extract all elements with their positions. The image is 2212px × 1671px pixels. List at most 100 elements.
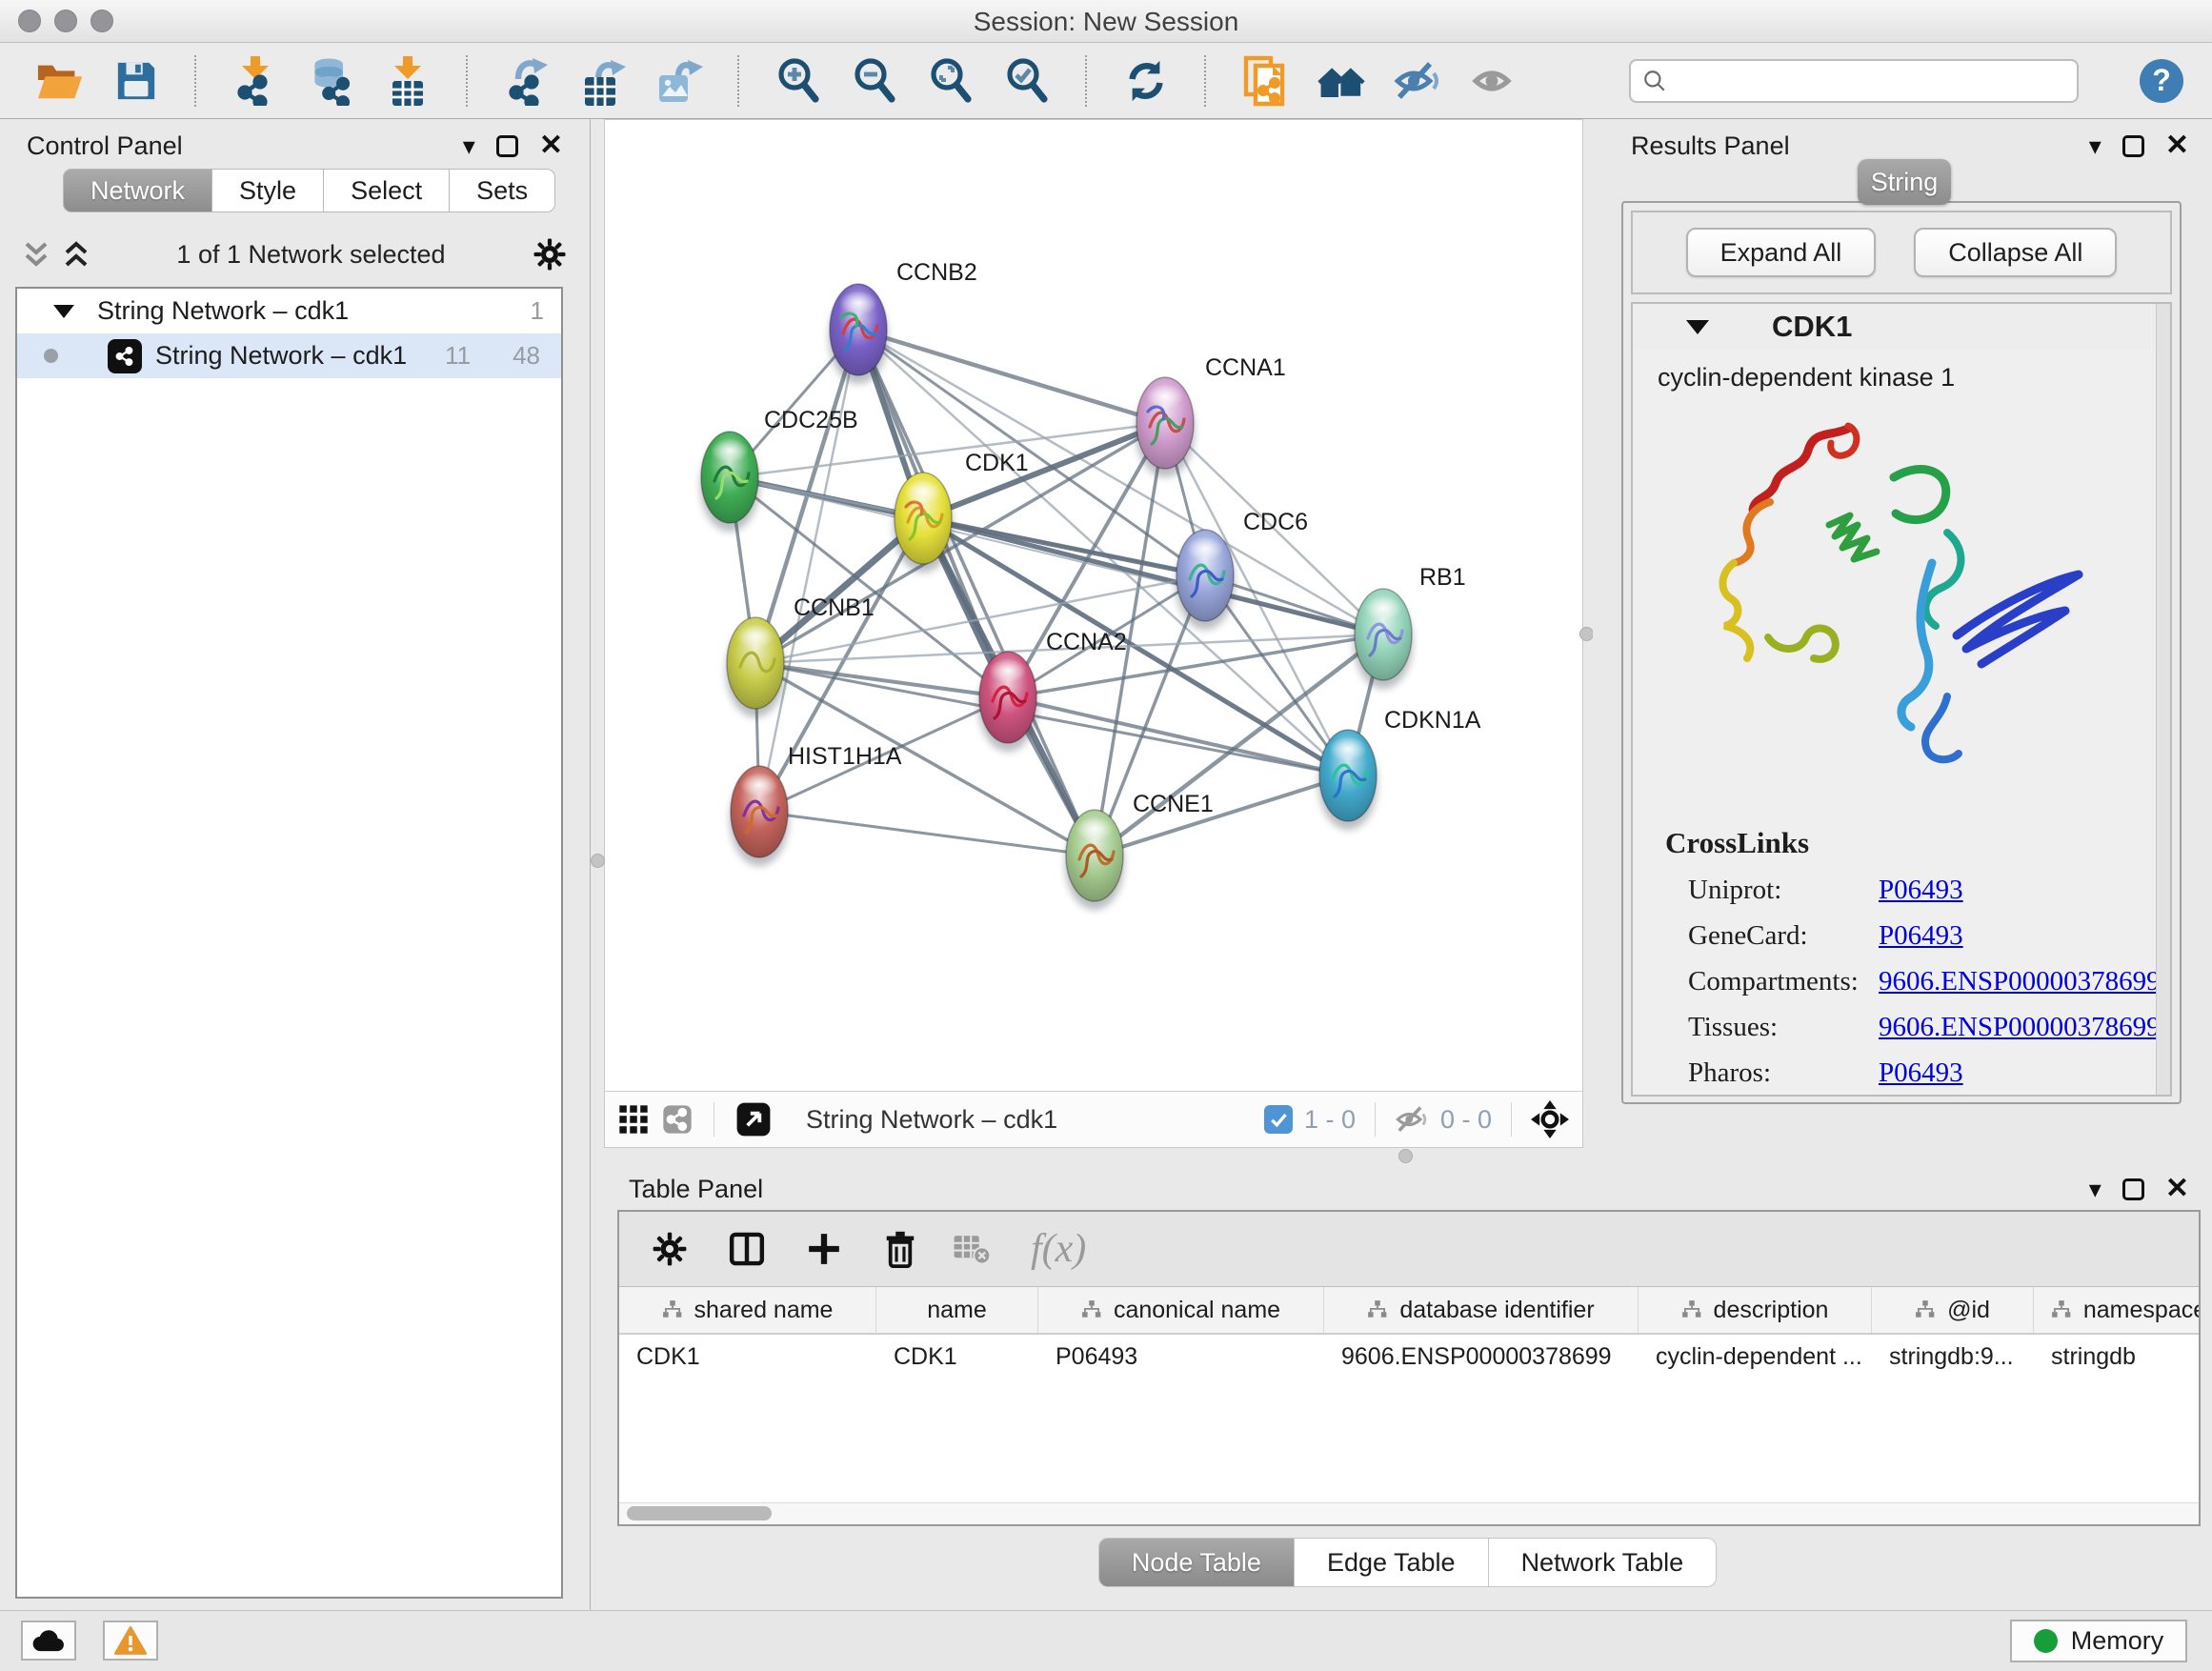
node-CCNE1[interactable]: CCNE1	[1065, 791, 1214, 910]
panel-collapse-icon[interactable]: ▾	[463, 133, 475, 158]
node-CDC25B[interactable]: CDC25B	[700, 407, 858, 532]
tab-node-table[interactable]: Node Table	[1098, 1538, 1295, 1587]
cloud-services-button[interactable]	[21, 1621, 76, 1661]
expand-all-chevrons-icon[interactable]	[23, 240, 50, 269]
node-HIST1H1A[interactable]: HIST1H1A	[730, 743, 902, 866]
node-CCNB2[interactable]: CCNB2	[829, 259, 977, 384]
warnings-button[interactable]	[103, 1621, 158, 1661]
tab-style[interactable]: Style	[211, 169, 324, 212]
crosslink-link[interactable]: 9606.ENSP00000378699	[1879, 1012, 2157, 1043]
window-close-button[interactable]	[18, 10, 41, 32]
panel-close-icon[interactable]: ✕	[2165, 1175, 2189, 1203]
scrollbar-thumb[interactable]	[627, 1506, 772, 1520]
help-icon[interactable]: ?	[2140, 59, 2183, 103]
right-splitter-handle[interactable]	[1579, 627, 1594, 641]
show-columns-icon[interactable]	[728, 1231, 766, 1267]
memory-button[interactable]: Memory	[2010, 1620, 2187, 1662]
import-network-icon[interactable]	[231, 57, 279, 105]
network-row-selected[interactable]: String Network – cdk1 11 48	[17, 333, 561, 378]
node-CCNA1[interactable]: CCNA1	[1136, 354, 1286, 477]
delete-column-icon[interactable]	[882, 1230, 918, 1268]
import-table-icon[interactable]	[384, 57, 432, 105]
hide-selected-icon[interactable]	[1394, 57, 1441, 105]
table-horizontal-scrollbar[interactable]	[619, 1502, 2199, 1524]
table-row[interactable]: CDK1CDK1P064939606.ENSP00000378699cyclin…	[619, 1335, 2199, 1379]
table-cell[interactable]: stringdb	[2034, 1335, 2199, 1379]
import-network-from-database-icon[interactable]	[308, 57, 355, 105]
share-document-icon[interactable]	[1241, 57, 1289, 105]
node-RB1[interactable]: RB1	[1354, 564, 1466, 689]
results-scrollbar[interactable]	[2156, 304, 2170, 1095]
add-column-icon[interactable]	[806, 1231, 842, 1267]
collapse-all-chevrons-icon[interactable]	[63, 240, 90, 269]
crosslink-link[interactable]: P06493	[1879, 1057, 1963, 1089]
crosslink-label: GeneCard:	[1688, 920, 1867, 952]
zoom-in-icon[interactable]	[774, 57, 822, 105]
network-collection-row[interactable]: String Network – cdk1 1	[17, 289, 561, 333]
tab-edge-table[interactable]: Edge Table	[1294, 1538, 1489, 1587]
column-header-canonical-name[interactable]: canonical name	[1038, 1287, 1324, 1333]
open-session-icon[interactable]	[36, 57, 84, 105]
table-settings-gear-icon[interactable]	[652, 1231, 688, 1267]
table-cell[interactable]: CDK1	[876, 1335, 1038, 1379]
string-view-icon[interactable]	[662, 1104, 693, 1135]
crosslink-link[interactable]: P06493	[1879, 920, 1963, 952]
crosslink-link[interactable]: 9606.ENSP00000378699	[1879, 966, 2157, 997]
table-cell[interactable]: P06493	[1038, 1335, 1324, 1379]
save-session-icon[interactable]	[112, 57, 160, 105]
column-header-name[interactable]: name	[876, 1287, 1038, 1333]
refresh-view-icon[interactable]	[1122, 57, 1170, 105]
panel-close-icon[interactable]: ✕	[2165, 131, 2189, 160]
search-input[interactable]	[1675, 65, 2065, 96]
crosslinks-rows: Uniprot:P06493GeneCard:P06493Compartment…	[1665, 875, 2157, 1089]
gene-entry-header[interactable]: CDK1	[1633, 304, 2170, 351]
table-cell[interactable]: 9606.ENSP00000378699	[1324, 1335, 1639, 1379]
column-header-database-identifier[interactable]: database identifier	[1324, 1287, 1639, 1333]
bottom-splitter-handle[interactable]	[1398, 1149, 1413, 1163]
column-header-description[interactable]: description	[1639, 1287, 1872, 1333]
tab-network[interactable]: Network	[63, 169, 212, 212]
export-table-icon[interactable]	[579, 57, 627, 105]
network-canvas[interactable]: CCNB2CCNA1CDC25BCDK1CDC6RB1CCNB1CCNA2CDK…	[605, 120, 1582, 1091]
tab-string[interactable]: String	[1858, 159, 1951, 205]
delete-table-icon[interactable]	[953, 1233, 991, 1265]
tab-sets[interactable]: Sets	[449, 169, 555, 212]
grid-view-icon[interactable]	[618, 1104, 649, 1135]
export-network-icon[interactable]	[503, 57, 551, 105]
selected-checkbox-icon[interactable]	[1264, 1105, 1293, 1134]
tree-expander-icon[interactable]	[53, 305, 74, 318]
column-header-shared-name[interactable]: shared name	[619, 1287, 876, 1333]
table-cell[interactable]: CDK1	[619, 1335, 876, 1379]
control-panel: Control Panel ▾ ✕ NetworkStyleSelectSets…	[0, 119, 591, 1610]
export-image-icon[interactable]	[655, 57, 703, 105]
table-cell[interactable]: cyclin-dependent ...	[1639, 1335, 1872, 1379]
expand-all-button[interactable]: Expand All	[1686, 228, 1877, 277]
window-minimize-button[interactable]	[54, 10, 77, 32]
gear-icon[interactable]	[533, 237, 567, 272]
birds-eye-view-icon[interactable]	[1531, 1100, 1569, 1138]
show-all-icon[interactable]	[1470, 57, 1518, 105]
crosslink-link[interactable]: P06493	[1879, 875, 1963, 906]
zoom-out-icon[interactable]	[851, 57, 898, 105]
column-header--id[interactable]: @id	[1872, 1287, 2034, 1333]
function-builder-icon[interactable]: f(x)	[1031, 1226, 1086, 1272]
panel-float-icon[interactable]	[496, 135, 518, 157]
open-in-window-icon[interactable]	[735, 1101, 772, 1137]
table-cell[interactable]: stringdb:9...	[1872, 1335, 2034, 1379]
column-header-namespace[interactable]: namespace	[2034, 1287, 2199, 1333]
panel-float-icon[interactable]	[2122, 135, 2144, 157]
zoom-selected-icon[interactable]	[1003, 57, 1051, 105]
collapse-all-button[interactable]: Collapse All	[1914, 228, 2117, 277]
node-CDKN1A[interactable]: CDKN1A	[1318, 707, 1481, 830]
panel-collapse-icon[interactable]: ▾	[2089, 133, 2101, 158]
first-neighbors-icon[interactable]	[1317, 57, 1365, 105]
panel-float-icon[interactable]	[2122, 1178, 2144, 1200]
tab-network-table[interactable]: Network Table	[1488, 1538, 1718, 1587]
left-splitter-handle[interactable]	[591, 854, 605, 868]
panel-collapse-icon[interactable]: ▾	[2089, 1177, 2101, 1201]
tab-select[interactable]: Select	[323, 169, 450, 212]
entry-expander-icon[interactable]	[1686, 320, 1709, 334]
zoom-fit-icon[interactable]	[927, 57, 975, 105]
panel-close-icon[interactable]: ✕	[539, 131, 563, 160]
window-zoom-button[interactable]	[90, 10, 113, 32]
